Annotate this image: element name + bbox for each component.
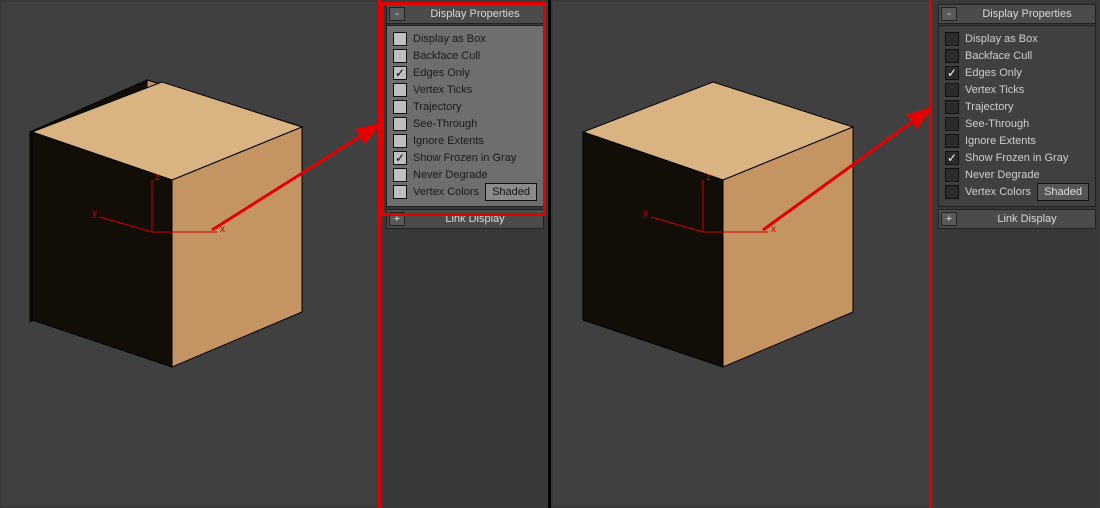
checkbox[interactable] [945,168,959,182]
rollup-link-header[interactable]: + Link Display [938,209,1096,229]
checkbox[interactable] [945,32,959,46]
rollup-display-body: Display as Box Backface Cull ✓ Edges Only Ve… [938,25,1096,207]
checkbox[interactable] [945,49,959,63]
option-label: Ignore Extents [413,135,484,147]
rollup-link-title: Link Display [959,213,1095,225]
checkbox[interactable] [393,117,407,131]
shaded-button[interactable]: Shaded [485,183,537,201]
checkbox[interactable] [393,32,407,46]
option-row: Vertex Colors Shaded [945,183,1089,200]
option-label: See-Through [413,118,477,130]
option-label: Trajectory [965,101,1014,113]
checkbox[interactable] [393,134,407,148]
option-row: Trajectory [393,98,537,115]
option-row: Display as Box [945,30,1089,47]
rollup-expand-icon[interactable]: + [389,212,405,226]
option-label: Display as Box [413,33,486,45]
rollup-display-header[interactable]: - Display Properties [938,4,1096,24]
option-row: Vertex Ticks [945,81,1089,98]
checkbox[interactable] [945,134,959,148]
checkbox[interactable] [393,185,407,199]
option-row: Backface Cull [945,47,1089,64]
option-label: Edges Only [413,67,470,79]
option-row: Ignore Extents [393,132,537,149]
option-label: Ignore Extents [965,135,1036,147]
checkbox[interactable]: ✓ [393,151,407,165]
cube-a-render [2,2,382,402]
checkbox[interactable] [945,185,959,199]
rollup-display-title: Display Properties [959,8,1095,20]
viewport-a[interactable]: x y z [2,2,380,506]
option-row: See-Through [945,115,1089,132]
axis-x-label: x [771,224,776,235]
rollup-link-header[interactable]: + Link Display [386,209,544,229]
option-label: Vertex Ticks [413,84,472,96]
rollup-display-body: Display as Box Backface Cull ✓ Edges Only Ve… [386,25,544,207]
checkbox[interactable] [393,83,407,97]
option-label: Vertex Colors [413,186,479,198]
rollup-collapse-icon[interactable]: - [941,7,957,21]
option-row: Trajectory [945,98,1089,115]
checkbox[interactable] [945,83,959,97]
cube-a [2,2,382,382]
checkbox[interactable] [945,100,959,114]
checkbox[interactable]: ✓ [945,151,959,165]
option-label: Show Frozen in Gray [965,152,1068,164]
option-label: See-Through [965,118,1029,130]
checkbox[interactable] [393,49,407,63]
option-row: Backface Cull [393,47,537,64]
option-row: Vertex Colors Shaded [393,183,537,200]
rollup-collapse-icon[interactable]: - [389,7,405,21]
rollup-expand-icon[interactable]: + [941,212,957,226]
shaded-button[interactable]: Shaded [1037,183,1089,201]
option-label: Backface Cull [413,50,480,62]
checkbox[interactable] [945,117,959,131]
checkbox[interactable] [393,168,407,182]
option-label: Show Frozen in Gray [413,152,516,164]
option-row: Ignore Extents [945,132,1089,149]
option-row: See-Through [393,115,537,132]
option-row: ✓ Show Frozen in Gray [945,149,1089,166]
props-panel-a: - Display Properties Display as Box Backf… [384,2,546,506]
option-row: Display as Box [393,30,537,47]
axis-x-label: x [220,224,225,235]
axis-z-label: z [155,172,160,183]
rollup-display-title: Display Properties [407,8,543,20]
rollup-display-header[interactable]: - Display Properties [386,4,544,24]
option-label: Vertex Colors [965,186,1031,198]
option-row: ✓ Edges Only [393,64,537,81]
option-row: Never Degrade [393,166,537,183]
option-row: ✓ Edges Only [945,64,1089,81]
checkbox[interactable]: ✓ [945,66,959,80]
option-label: Never Degrade [965,169,1040,181]
axis-y-label: y [643,208,648,219]
checkbox[interactable]: ✓ [393,66,407,80]
option-label: Edges Only [965,67,1022,79]
axis-z-label: z [706,172,711,183]
option-label: Backface Cull [965,50,1032,62]
option-row: ✓ Show Frozen in Gray [393,149,537,166]
option-label: Trajectory [413,101,462,113]
option-row: Never Degrade [945,166,1089,183]
option-label: Vertex Ticks [965,84,1024,96]
cube-b-render [553,2,933,402]
option-label: Display as Box [965,33,1038,45]
rollup-link-title: Link Display [407,213,543,225]
option-label: Never Degrade [413,169,488,181]
option-row: Vertex Ticks [393,81,537,98]
axis-y-label: y [92,208,97,219]
checkbox[interactable] [393,100,407,114]
props-panel-b: - Display Properties Display as Box Backf… [936,2,1098,506]
viewport-b[interactable]: x y z [553,2,932,506]
